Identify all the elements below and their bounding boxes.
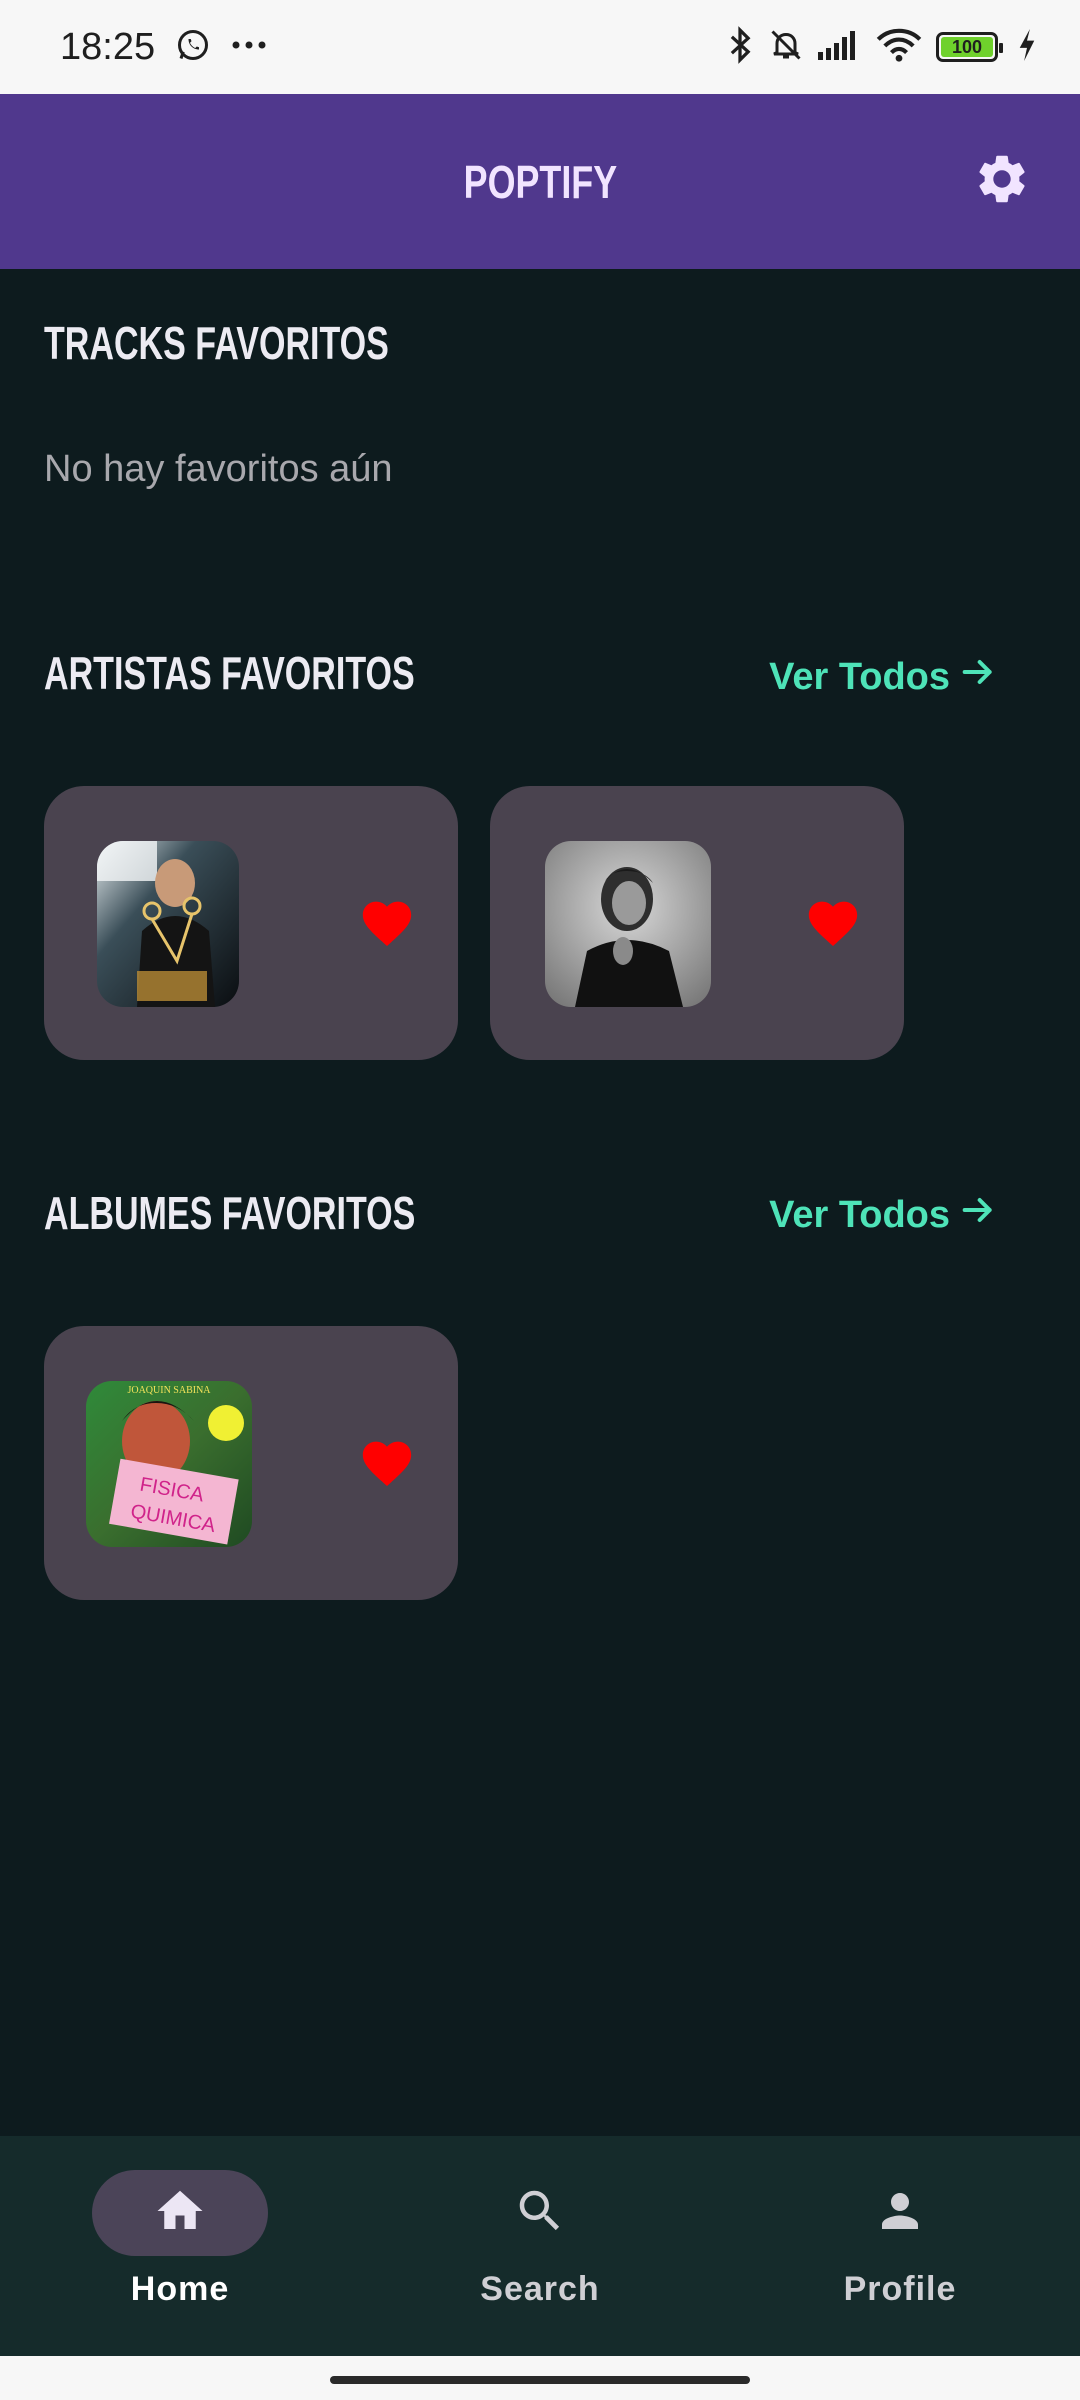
artist-image <box>545 841 711 1007</box>
nav-item-profile[interactable]: Profile <box>720 2136 1080 2356</box>
battery-icon: 100 <box>936 32 1003 62</box>
signal-icon <box>818 30 862 65</box>
wifi-icon <box>876 28 922 67</box>
battery-level: 100 <box>941 37 993 57</box>
profile-pill[interactable] <box>812 2170 988 2256</box>
albums-see-all-link[interactable]: Ver Todos <box>769 1190 998 1240</box>
see-all-label: Ver Todos <box>769 655 950 698</box>
gesture-area <box>0 2356 1080 2400</box>
arrow-right-icon <box>958 652 998 702</box>
nav-label-search: Search <box>480 2270 600 2308</box>
heart-icon[interactable] <box>358 894 416 948</box>
nav-item-search[interactable]: Search <box>360 2136 720 2356</box>
bluetooth-icon <box>726 25 754 69</box>
artist-card[interactable] <box>490 786 904 1060</box>
status-bar: 18:25 100 <box>0 0 1080 94</box>
search-pill[interactable] <box>452 2170 628 2256</box>
whatsapp-icon <box>175 27 211 68</box>
home-pill[interactable] <box>92 2170 268 2256</box>
charging-icon <box>1018 28 1036 66</box>
albums-section-title: ALBUMES FAVORITOS <box>44 1187 416 1239</box>
person-icon <box>873 2184 927 2243</box>
nav-label-profile: Profile <box>843 2270 957 2308</box>
heart-icon[interactable] <box>804 894 862 948</box>
app-title: POPTIFY <box>463 155 617 208</box>
more-icon <box>231 38 267 56</box>
nav-item-home[interactable]: Home <box>0 2136 360 2356</box>
artist-image <box>97 841 239 1007</box>
app-bar: POPTIFY <box>0 94 1080 269</box>
nav-label-home: Home <box>130 2270 230 2308</box>
album-card[interactable]: JOAQUIN SABINA FISICA QUIMICA <box>44 1326 458 1600</box>
album-artist-text: JOAQUIN SABINA <box>127 1385 211 1396</box>
artists-section-title: ARTISTAS FAVORITOS <box>44 647 415 699</box>
tracks-empty-text: No hay favoritos aún <box>44 448 393 490</box>
home-icon <box>153 2184 207 2243</box>
album-cover: JOAQUIN SABINA FISICA QUIMICA <box>86 1381 252 1547</box>
status-time: 18:25 <box>60 25 156 68</box>
arrow-right-icon <box>958 1190 998 1240</box>
search-icon <box>513 2184 567 2243</box>
home-gesture-bar[interactable] <box>330 2376 750 2384</box>
settings-button[interactable] <box>964 144 1040 220</box>
gear-icon <box>973 150 1031 213</box>
heart-icon[interactable] <box>358 1434 416 1488</box>
see-all-label: Ver Todos <box>769 1193 950 1236</box>
bottom-navigation: Home Search Profile <box>0 2136 1080 2356</box>
bell-off-icon <box>768 26 804 69</box>
artist-card[interactable] <box>44 786 458 1060</box>
artists-see-all-link[interactable]: Ver Todos <box>769 652 998 702</box>
tracks-section-title: TRACKS FAVORITOS <box>44 317 389 369</box>
